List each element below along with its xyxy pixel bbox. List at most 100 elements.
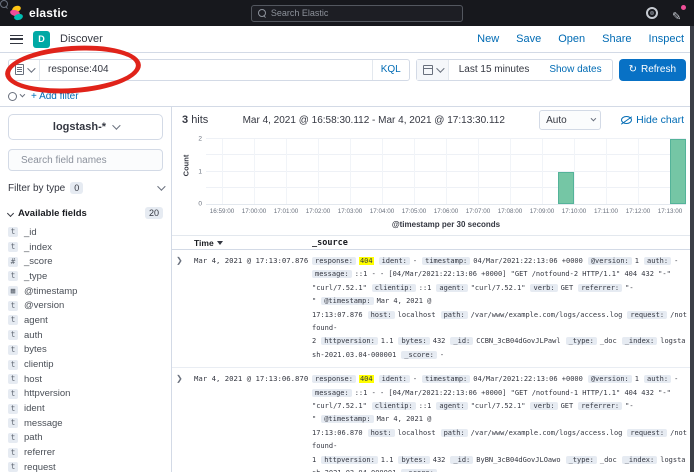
chevron-down-icon bbox=[7, 209, 14, 216]
filter-settings-icon bbox=[8, 92, 17, 101]
filter-by-type-label: Filter by type bbox=[8, 183, 65, 194]
field-item-request[interactable]: trequest bbox=[8, 460, 163, 472]
chevron-down-icon bbox=[157, 182, 165, 190]
sidebar: logstash-* Filter by type 0 Available fi… bbox=[0, 107, 172, 472]
source-value: _doc bbox=[600, 337, 617, 345]
doc-table-header: Time _source bbox=[172, 235, 694, 250]
chevron-down-icon bbox=[20, 92, 26, 98]
source-value: 432 bbox=[433, 337, 446, 345]
inspect-button[interactable]: Inspect bbox=[649, 33, 684, 45]
field-item-_score[interactable]: #_score bbox=[8, 254, 163, 269]
calendar-icon bbox=[423, 65, 433, 75]
field-item-httpversion[interactable]: thttpversion bbox=[8, 387, 163, 402]
field-item-clientip[interactable]: tclientip bbox=[8, 357, 163, 372]
hide-chart-label: Hide chart bbox=[636, 114, 684, 126]
available-fields-label: Available fields bbox=[18, 208, 87, 219]
hits-label: hits bbox=[191, 114, 208, 126]
global-search[interactable] bbox=[251, 5, 463, 22]
interval-value: Auto bbox=[546, 115, 567, 126]
menu-icon[interactable] bbox=[10, 35, 23, 44]
app-title: Discover bbox=[60, 33, 103, 45]
quick-select-menu[interactable] bbox=[417, 60, 449, 80]
source-field-badge: bytes: bbox=[398, 337, 429, 345]
main-content: 3 hits Mar 4, 2021 @ 16:58:30.112 - Mar … bbox=[172, 107, 694, 472]
field-name: @version bbox=[24, 300, 64, 311]
interval-select[interactable]: Auto bbox=[539, 110, 601, 130]
x-tick-label: 17:07:00 bbox=[466, 208, 491, 215]
field-item-@version[interactable]: t@version bbox=[8, 298, 163, 313]
field-item-auth[interactable]: tauth bbox=[8, 328, 163, 343]
query-language-button[interactable]: KQL bbox=[372, 60, 409, 80]
source-field-badge: _index: bbox=[622, 456, 658, 464]
row-timestamp: Mar 4, 2021 @ 17:13:06.870 bbox=[194, 373, 312, 472]
hide-chart-button[interactable]: Hide chart bbox=[621, 114, 684, 126]
source-value: ByBN_3cB04dGovJLOawo bbox=[476, 456, 560, 464]
x-tick-label: 17:01:00 bbox=[274, 208, 299, 215]
field-name: _id bbox=[24, 227, 37, 238]
histogram-chart: Count 012 16:59:0017:00:0017:01:0017:02:… bbox=[172, 135, 694, 231]
share-button[interactable]: Share bbox=[602, 33, 631, 45]
field-item-host[interactable]: thost bbox=[8, 372, 163, 387]
discover-app-badge[interactable]: D bbox=[33, 31, 50, 48]
field-item-ident[interactable]: tident bbox=[8, 401, 163, 416]
gridline bbox=[478, 139, 479, 204]
query-input-box[interactable]: response:404 KQL bbox=[8, 59, 410, 81]
source-value: /var/www/example.com/logs/access.log bbox=[471, 311, 623, 319]
field-item-_id[interactable]: t_id bbox=[8, 225, 163, 240]
field-item-_type[interactable]: t_type bbox=[8, 269, 163, 284]
field-name: request bbox=[24, 462, 56, 472]
saved-query-menu[interactable] bbox=[9, 60, 40, 80]
field-item-bytes[interactable]: tbytes bbox=[8, 343, 163, 358]
field-type-icon: t bbox=[8, 360, 18, 370]
global-search-input[interactable] bbox=[271, 8, 456, 18]
field-search-input[interactable] bbox=[21, 155, 155, 166]
field-item-_index[interactable]: t_index bbox=[8, 240, 163, 255]
elastic-brand[interactable]: elastic bbox=[10, 6, 68, 20]
scrollbar[interactable] bbox=[690, 26, 694, 472]
field-item-message[interactable]: tmessage bbox=[8, 416, 163, 431]
expand-row-icon[interactable]: ❯ bbox=[176, 373, 194, 472]
histogram-bar[interactable] bbox=[558, 172, 574, 205]
field-type-icon: t bbox=[8, 242, 18, 252]
query-input[interactable]: response:404 bbox=[40, 64, 372, 75]
x-tick-label: 16:59:00 bbox=[210, 208, 235, 215]
source-value: GET bbox=[561, 284, 574, 292]
expand-row-icon[interactable]: ❯ bbox=[176, 255, 194, 362]
source-value: 1 bbox=[635, 257, 639, 265]
field-search-box[interactable] bbox=[8, 149, 163, 171]
source-value: localhost bbox=[398, 429, 436, 437]
filter-by-type[interactable]: Filter by type 0 bbox=[8, 178, 163, 198]
date-picker: Last 15 minutes Show dates bbox=[416, 59, 613, 81]
field-item-path[interactable]: tpath bbox=[8, 431, 163, 446]
add-filter-button[interactable]: + Add filter bbox=[31, 91, 79, 102]
filter-settings-menu[interactable] bbox=[8, 92, 23, 101]
x-tick-label: 17:09:00 bbox=[530, 208, 555, 215]
open-button[interactable]: Open bbox=[558, 33, 585, 45]
source-field-badge: httpversion: bbox=[321, 337, 378, 345]
source-field-badge: @version: bbox=[588, 257, 632, 265]
histogram-bar[interactable] bbox=[670, 139, 686, 204]
index-pattern-selector[interactable]: logstash-* bbox=[8, 114, 163, 140]
field-item-agent[interactable]: tagent bbox=[8, 313, 163, 328]
gridline bbox=[510, 139, 511, 204]
field-item-@timestamp[interactable]: ▦@timestamp bbox=[8, 284, 163, 299]
field-item-referrer[interactable]: treferrer bbox=[8, 445, 163, 460]
source-field-badge: verb: bbox=[530, 402, 557, 410]
time-range-button[interactable]: Last 15 minutes bbox=[449, 64, 540, 75]
time-column-header[interactable]: Time bbox=[194, 238, 312, 248]
show-dates-button[interactable]: Show dates bbox=[539, 64, 611, 75]
available-fields-header[interactable]: Available fields 20 bbox=[8, 207, 163, 219]
source-value: "curl/7.52.1" bbox=[471, 284, 526, 292]
newsfeed-icon[interactable] bbox=[672, 7, 684, 19]
field-type-icon: t bbox=[8, 374, 18, 384]
new-button[interactable]: New bbox=[477, 33, 499, 45]
save-button[interactable]: Save bbox=[516, 33, 541, 45]
source-field-badge: response: bbox=[312, 375, 356, 383]
help-icon[interactable] bbox=[646, 7, 658, 19]
source-field-badge: _type: bbox=[566, 337, 597, 345]
source-field-badge: agent: bbox=[436, 284, 467, 292]
field-name: referrer bbox=[24, 447, 55, 458]
source-field-badge: _score: bbox=[401, 351, 437, 359]
chart-plot-area[interactable]: 012 bbox=[206, 139, 686, 205]
refresh-button[interactable]: ↻ Refresh bbox=[619, 59, 686, 81]
